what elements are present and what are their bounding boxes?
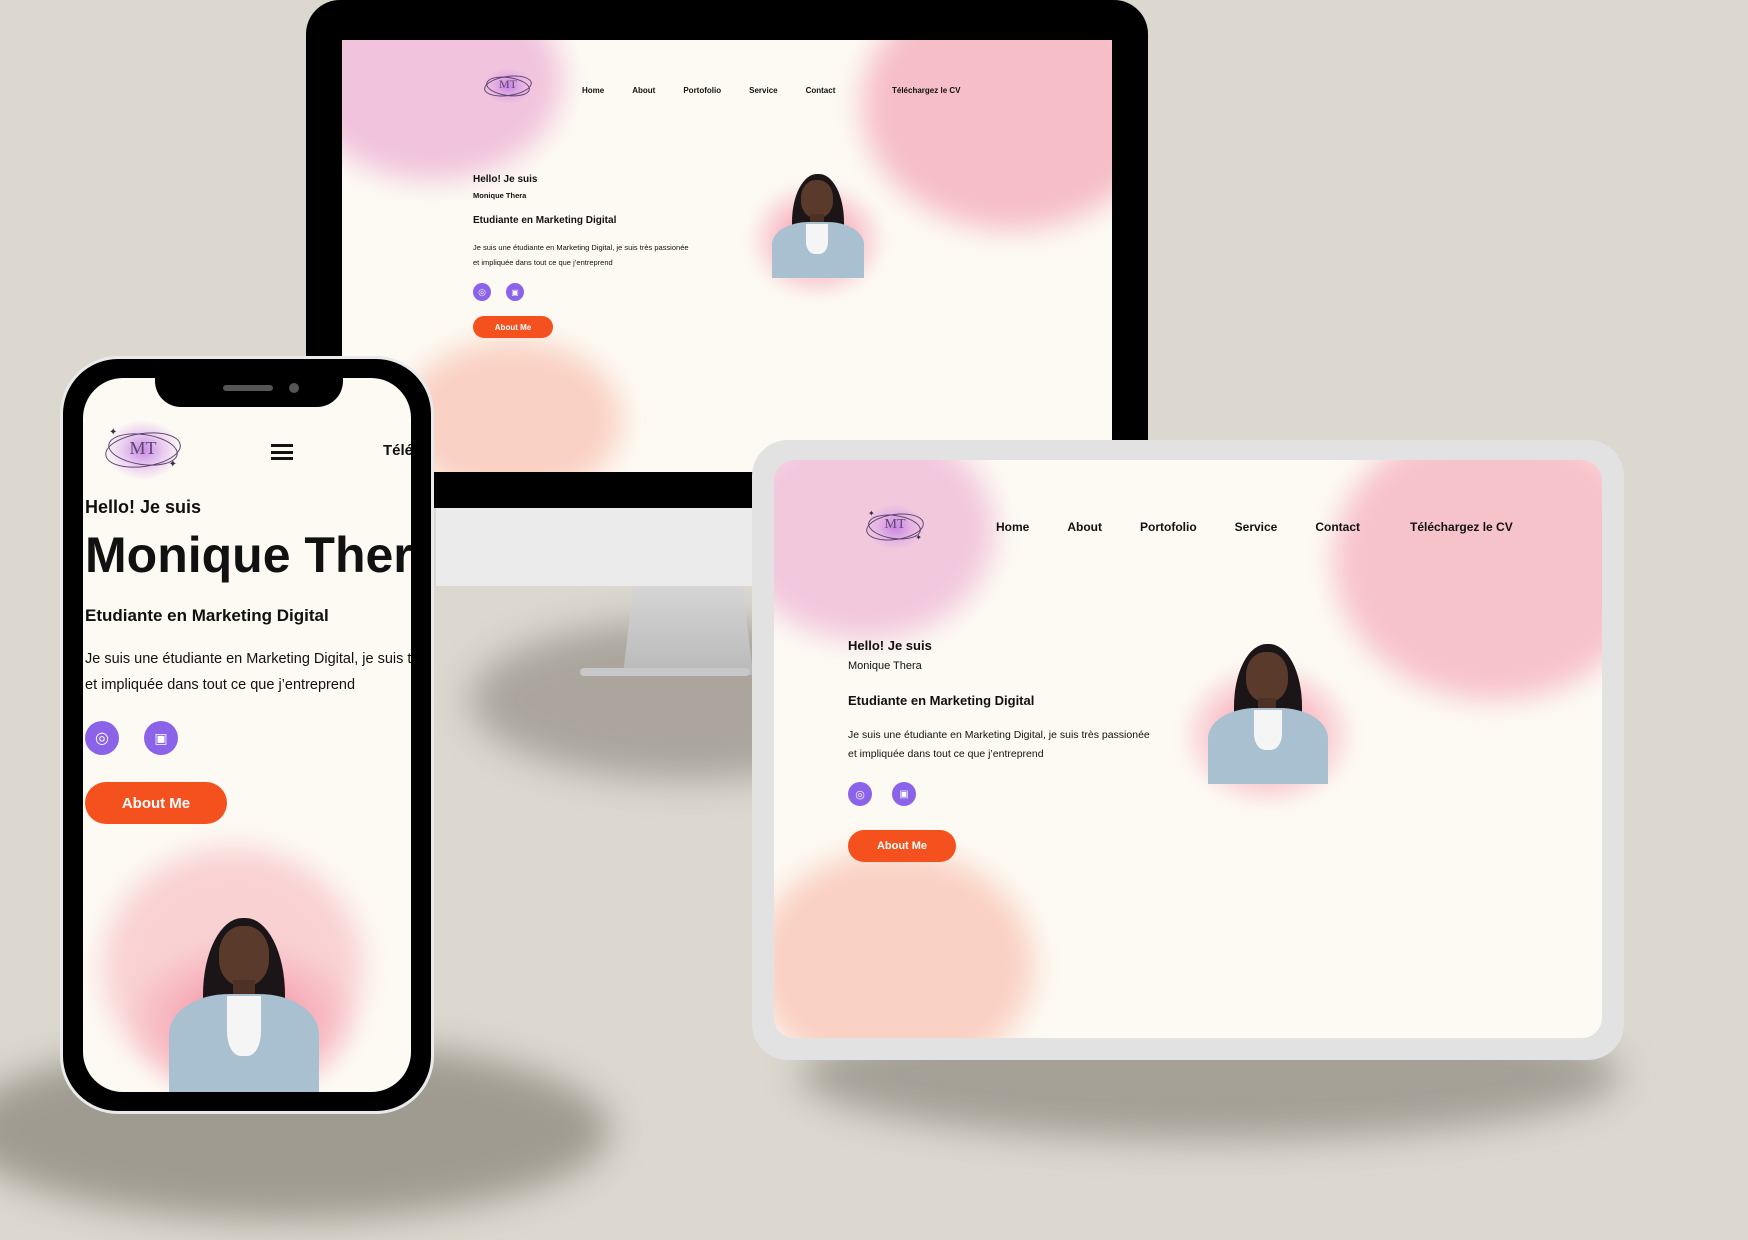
logo-text: MT xyxy=(129,438,157,458)
logo-text: MT xyxy=(884,517,906,532)
decor-blob xyxy=(862,40,1112,230)
phone-device: MT ✦ ✦ Téléc Hello! Je suis Monique Ther… xyxy=(60,356,434,1114)
monitor-stand xyxy=(623,585,753,675)
phone-site: MT ✦ ✦ Téléc Hello! Je suis Monique Ther… xyxy=(83,378,411,1092)
site-logo[interactable]: MT ✦ ✦ xyxy=(103,420,183,480)
nav-portofolio[interactable]: Portofolio xyxy=(1140,520,1197,534)
decor-blob xyxy=(1334,460,1602,700)
about-me-button[interactable]: About Me xyxy=(473,316,553,338)
hero-bio-line2: et impliquée dans tout ce que j’entrepre… xyxy=(473,258,613,267)
hamburger-menu-icon[interactable] xyxy=(271,444,293,460)
logo-text: MT xyxy=(499,77,517,91)
nav-contact[interactable]: Contact xyxy=(1315,520,1360,534)
hero-role: Etudiante en Marketing Digital xyxy=(85,606,329,625)
hero-name: Monique Thera xyxy=(473,191,527,200)
linkedin-icon[interactable]: ▣ xyxy=(144,721,178,755)
monitor-chin xyxy=(436,508,752,586)
nav-home[interactable]: Home xyxy=(996,520,1029,534)
instagram-icon[interactable]: ◎ xyxy=(473,283,491,301)
speaker-grille xyxy=(223,385,273,391)
tablet-nav: Home About Portofolio Service Contact xyxy=(996,520,1360,534)
desktop-nav: Home About Portofolio Service Contact xyxy=(582,86,835,95)
profile-photo xyxy=(1168,640,1368,810)
hero-greeting: Hello! Je suis xyxy=(85,497,202,517)
mockup-stage: MT Home About Portofolio Service Contact… xyxy=(0,0,1748,1240)
nav-contact[interactable]: Contact xyxy=(806,86,836,95)
nav-about[interactable]: About xyxy=(1067,520,1102,534)
hero-name: Monique Thera xyxy=(848,660,922,672)
hero-role: Etudiante en Marketing Digital xyxy=(848,693,1035,708)
hero-bio-line1: Je suis une étudiante en Marketing Digit… xyxy=(848,729,1150,741)
profile-photo xyxy=(742,170,892,300)
site-logo[interactable]: MT ✦ ✦ xyxy=(864,504,926,550)
tablet-site: MT ✦ ✦ Home About Portofolio Service Con… xyxy=(774,460,1602,1038)
decor-blob xyxy=(342,40,562,180)
nav-home[interactable]: Home xyxy=(582,86,604,95)
hero-bio-line2: et impliquée dans tout ce que j’entrepre… xyxy=(85,677,356,693)
linkedin-icon[interactable]: ▣ xyxy=(506,283,524,301)
instagram-icon[interactable]: ◎ xyxy=(85,721,119,755)
cv-download-link[interactable]: Téléchargez le CV xyxy=(892,86,960,95)
front-camera xyxy=(289,383,299,393)
hero-bio-line1: Je suis une étudiante en Marketing Digit… xyxy=(473,243,689,252)
phone-notch xyxy=(155,373,343,407)
desktop-site: MT Home About Portofolio Service Contact… xyxy=(342,40,1112,472)
nav-about[interactable]: About xyxy=(632,86,655,95)
hero-role: Etudiante en Marketing Digital xyxy=(473,215,617,226)
instagram-icon[interactable]: ◎ xyxy=(848,782,872,806)
site-logo[interactable]: MT xyxy=(482,68,534,104)
decor-blob xyxy=(402,340,622,472)
linkedin-icon[interactable]: ▣ xyxy=(892,782,916,806)
hero-bio-line1: Je suis une étudiante en Marketing Digit… xyxy=(85,651,411,667)
hero-greeting: Hello! Je suis xyxy=(848,638,932,653)
cv-download-link[interactable]: Téléchargez le CV xyxy=(1410,520,1513,534)
nav-service[interactable]: Service xyxy=(749,86,777,95)
hero-greeting: Hello! Je suis xyxy=(473,174,538,185)
about-me-button[interactable]: About Me xyxy=(848,830,956,862)
tablet-device: MT ✦ ✦ Home About Portofolio Service Con… xyxy=(752,440,1624,1060)
cv-download-link[interactable]: Téléc xyxy=(383,442,411,459)
about-me-button[interactable]: About Me xyxy=(85,782,227,824)
hero-bio-line2: et impliquée dans tout ce que j’entrepre… xyxy=(848,748,1044,760)
profile-photo xyxy=(123,918,363,1092)
hero-name: Monique Thera xyxy=(85,527,411,583)
decor-blob xyxy=(774,850,1034,1038)
nav-service[interactable]: Service xyxy=(1235,520,1278,534)
nav-portofolio[interactable]: Portofolio xyxy=(683,86,721,95)
decor-blob xyxy=(774,460,994,640)
monitor-stand-base xyxy=(580,668,750,676)
